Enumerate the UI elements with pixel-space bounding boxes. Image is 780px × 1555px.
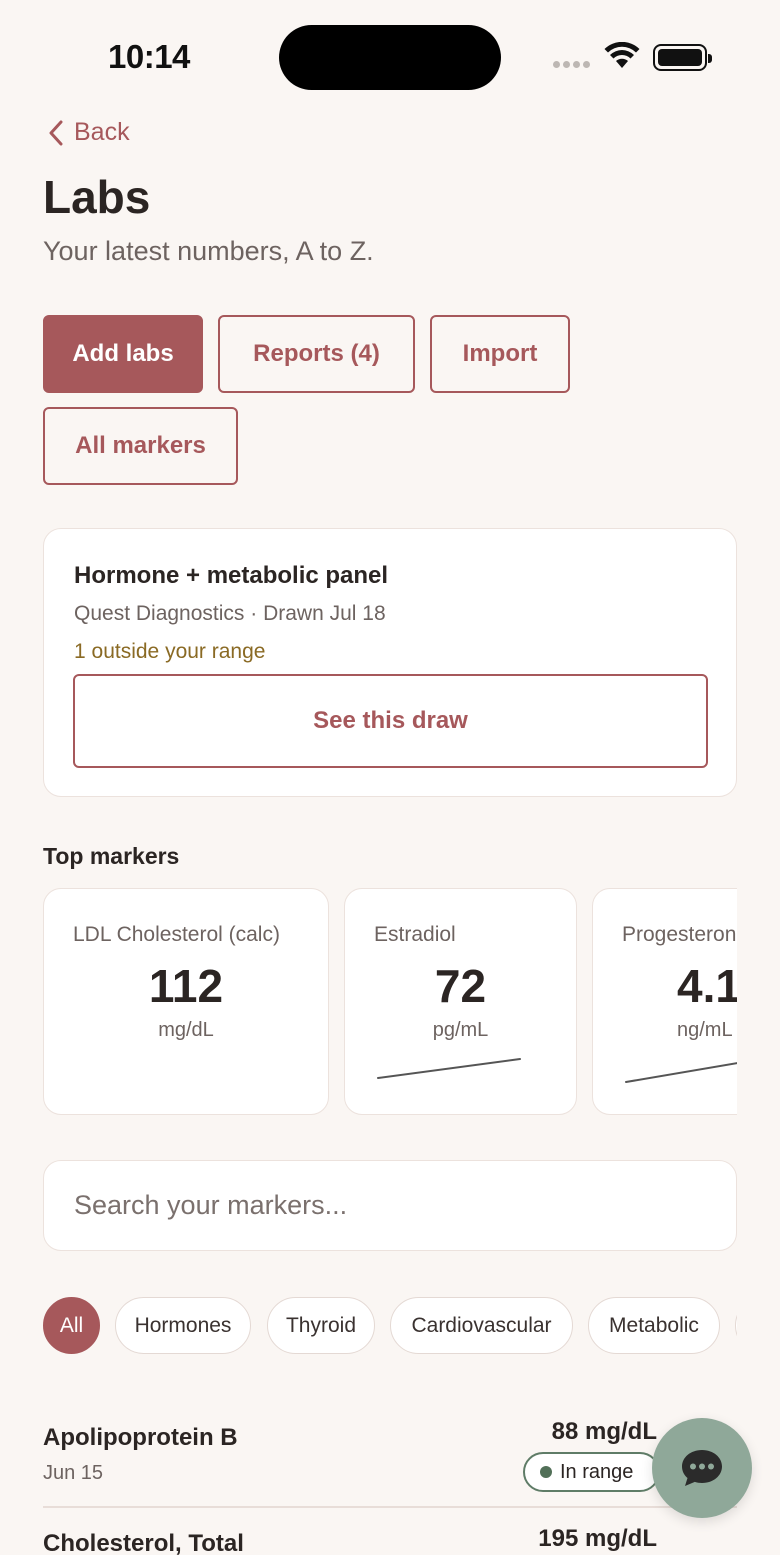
- trend-sparkline: [625, 1062, 737, 1083]
- marker-card-progesterone[interactable]: Progesterone 4.1 ng/mL: [592, 888, 737, 1115]
- status-bar: 10:14: [0, 0, 780, 110]
- filter-chip-more[interactable]: [735, 1297, 737, 1354]
- in-range-badge: In range: [523, 1452, 660, 1492]
- top-markers-carousel[interactable]: LDL Cholesterol (calc) 112 mg/dL Estradi…: [43, 888, 737, 1118]
- status-dot-icon: [540, 1466, 552, 1478]
- divider: [43, 1506, 737, 1508]
- clock: 10:14: [108, 38, 190, 75]
- marker-row-value: 88 mg/dL: [551, 1418, 657, 1445]
- page-title: Labs: [43, 171, 151, 223]
- search-input[interactable]: [43, 1160, 737, 1251]
- chat-bubble-icon: [682, 1450, 722, 1486]
- battery-icon: [653, 44, 712, 71]
- trend-sparkline: [377, 1058, 521, 1079]
- filter-chip-thyroid[interactable]: Thyroid: [267, 1297, 375, 1354]
- see-this-draw-button[interactable]: See this draw: [73, 674, 708, 768]
- chevron-left-icon: [49, 120, 63, 145]
- filter-chips: All Hormones Thyroid Cardiovascular Meta…: [43, 1297, 737, 1355]
- marker-card-estradiol[interactable]: Estradiol 72 pg/mL: [344, 888, 577, 1115]
- marker-unit: mg/dL: [158, 1019, 214, 1041]
- add-labs-button[interactable]: Add labs: [43, 315, 203, 393]
- marker-value: 112: [148, 960, 224, 1012]
- dynamic-island: [279, 25, 501, 90]
- marker-row-name: Apolipoprotein B: [43, 1424, 238, 1451]
- in-range-label: In range: [560, 1460, 634, 1483]
- reports-button[interactable]: Reports (4): [218, 315, 415, 393]
- chat-button[interactable]: [652, 1418, 752, 1518]
- all-markers-button[interactable]: All markers: [43, 407, 238, 485]
- marker-card-ldl[interactable]: LDL Cholesterol (calc) 112 mg/dL: [43, 888, 329, 1115]
- marker-row-name: Cholesterol, Total: [43, 1530, 244, 1555]
- cellular-signal-icon: [553, 61, 590, 68]
- marker-row-date: Jun 15: [43, 1462, 104, 1484]
- marker-name: LDL Cholesterol (calc): [73, 923, 280, 946]
- latest-draw-card: Hormone + metabolic panel Quest Diagnost…: [43, 528, 737, 797]
- import-button[interactable]: Import: [430, 315, 570, 393]
- filter-chip-all[interactable]: All: [43, 1297, 100, 1354]
- filter-chip-metabolic[interactable]: Metabolic: [588, 1297, 720, 1354]
- filter-chip-cardiovascular[interactable]: Cardiovascular: [390, 1297, 573, 1354]
- top-markers-heading: Top markers: [43, 843, 180, 869]
- filter-chip-hormones[interactable]: Hormones: [115, 1297, 251, 1354]
- draw-title: Hormone + metabolic panel: [74, 562, 389, 589]
- back-label: Back: [74, 118, 130, 146]
- page-subtitle: Your latest numbers, A to Z.: [43, 236, 374, 266]
- out-of-range-note: 1 outside your range: [74, 640, 266, 663]
- back-button[interactable]: Back: [48, 118, 130, 147]
- wifi-icon: [604, 42, 640, 68]
- draw-subtitle: Quest Diagnostics · Drawn Jul 18: [74, 602, 386, 625]
- marker-row-value: 195 mg/dL: [538, 1525, 657, 1552]
